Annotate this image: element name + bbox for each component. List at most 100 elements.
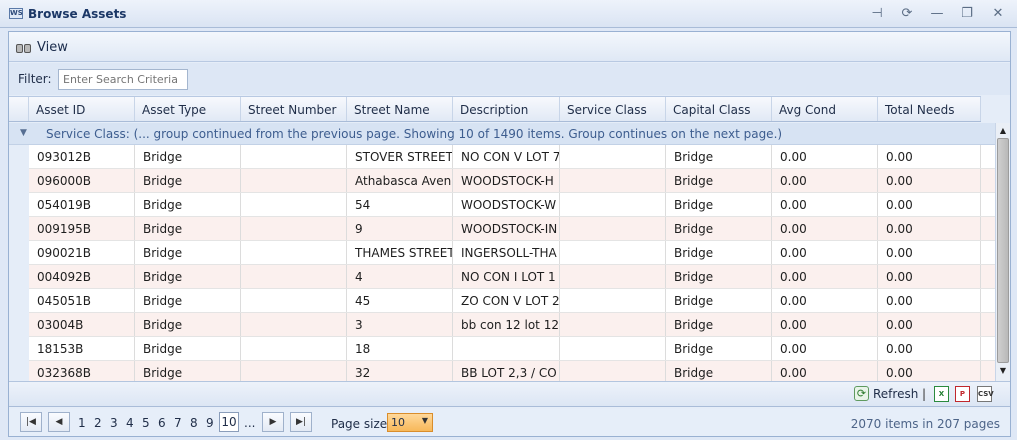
page-link-7[interactable]: 7	[174, 416, 182, 430]
table-cell: BB LOT 2,3 / CO	[453, 361, 560, 381]
table-row[interactable]: 045051B Bridge 45 ZO CON V LOT 2 Bridge 0.00 0…	[29, 289, 995, 313]
refresh-button[interactable]: ⟳ Refresh	[854, 386, 918, 401]
page-size-value: 10	[391, 416, 405, 429]
table-row[interactable]: 03004B Bridge 3 bb con 12 lot 12 Bridge 0.00 0…	[29, 313, 995, 337]
table-cell: 054019B	[29, 193, 135, 216]
table-cell: Bridge	[666, 145, 772, 168]
browse-assets-window: WS Browse Assets ⊣ ⟳ — ❐ ✕ View Filter: …	[0, 0, 1017, 440]
table-cell: 0.00	[878, 361, 981, 381]
page-link-5[interactable]: 5	[142, 416, 150, 430]
column-header-street-name[interactable]: Street Name	[347, 97, 453, 121]
grid-header-spacer	[9, 97, 29, 121]
table-row[interactable]: 18153B Bridge 18 Bridge 0.00 0.00	[29, 337, 995, 361]
last-page-button[interactable]: ▶|	[290, 412, 312, 432]
table-cell	[241, 289, 347, 312]
app-icon: WS	[9, 8, 23, 19]
table-cell: 18153B	[29, 337, 135, 360]
close-icon[interactable]: ✕	[987, 5, 1009, 23]
table-cell	[560, 145, 666, 168]
table-cell: Bridge	[135, 265, 241, 288]
prev-page-button[interactable]: ◀	[48, 412, 70, 432]
table-row[interactable]: 054019B Bridge 54 WOODSTOCK-W Bridge 0.00 0.00	[29, 193, 995, 217]
column-header-asset-type[interactable]: Asset Type	[135, 97, 241, 121]
column-header-service-class[interactable]: Service Class	[560, 97, 666, 121]
table-row[interactable]: 032368B Bridge 32 BB LOT 2,3 / CO Bridge 0.00…	[29, 361, 995, 381]
group-header-row[interactable]: ▼ Service Class: (... group continued fr…	[9, 123, 995, 145]
column-header-total-needs[interactable]: Total Needs	[878, 97, 981, 121]
table-cell: Bridge	[135, 241, 241, 264]
pdf-export-icon[interactable]: P	[955, 386, 970, 402]
refresh-label: Refresh	[873, 386, 919, 401]
table-cell: 54	[347, 193, 453, 216]
page-size-select[interactable]: 10 ▼	[387, 413, 433, 432]
table-cell: Bridge	[135, 361, 241, 381]
table-cell: 03004B	[29, 313, 135, 336]
table-cell: Bridge	[666, 265, 772, 288]
table-row[interactable]: 093012B Bridge STOVER STREET NO CON V LOT 7…	[29, 145, 995, 169]
table-cell: 0.00	[878, 217, 981, 240]
column-header-capital-class[interactable]: Capital Class	[666, 97, 772, 121]
pin-icon[interactable]: ⊣	[866, 5, 888, 23]
table-cell: Bridge	[666, 169, 772, 192]
column-header-street-number[interactable]: Street Number	[241, 97, 347, 121]
table-cell: Bridge	[135, 217, 241, 240]
page-link-1[interactable]: 1	[78, 416, 86, 430]
pager-summary: 2070 items in 207 pages	[850, 417, 1000, 431]
table-row[interactable]: 004092B Bridge 4 NO CON I LOT 1 Bridge 0.00 0.…	[29, 265, 995, 289]
column-header-description[interactable]: Description	[453, 97, 560, 121]
table-cell	[241, 217, 347, 240]
view-button[interactable]: View	[16, 38, 68, 56]
table-cell: Bridge	[135, 169, 241, 192]
scroll-up-icon[interactable]: ▲	[997, 125, 1009, 137]
table-cell: STOVER STREET	[347, 145, 453, 168]
table-cell: 18	[347, 337, 453, 360]
page-link-2[interactable]: 2	[94, 416, 102, 430]
table-row[interactable]: 096000B Bridge Athabasca Aven WOODSTOCK-H Br…	[29, 169, 995, 193]
column-header-avg-cond[interactable]: Avg Cond	[772, 97, 878, 121]
next-page-button[interactable]: ▶	[262, 412, 284, 432]
action-bar: ⟳ Refresh | X P CSV	[9, 381, 1010, 407]
table-cell: 3	[347, 313, 453, 336]
scroll-down-icon[interactable]: ▼	[997, 365, 1009, 377]
table-cell: 004092B	[29, 265, 135, 288]
table-cell: Bridge	[666, 217, 772, 240]
refresh-window-icon[interactable]: ⟳	[896, 5, 918, 23]
column-header-asset-id[interactable]: Asset ID	[29, 97, 135, 121]
page-link-6[interactable]: 6	[158, 416, 166, 430]
table-cell: 0.00	[772, 265, 878, 288]
page-link-10-current[interactable]: 10	[219, 412, 239, 432]
restore-icon[interactable]: ❐	[956, 5, 978, 23]
first-page-button[interactable]: |◀	[20, 412, 42, 432]
table-row[interactable]: 009195B Bridge 9 WOODSTOCK-IN Bridge 0.00 0.00	[29, 217, 995, 241]
table-row[interactable]: 090021B Bridge THAMES STREET INGERSOLL-THA B…	[29, 241, 995, 265]
collapse-arrow-icon[interactable]: ▼	[20, 128, 27, 138]
refresh-icon: ⟳	[854, 386, 869, 401]
csv-export-icon[interactable]: CSV	[977, 386, 994, 402]
page-link-4[interactable]: 4	[126, 416, 134, 430]
table-cell: Bridge	[666, 193, 772, 216]
table-cell: Bridge	[666, 241, 772, 264]
scrollbar-thumb[interactable]	[997, 138, 1009, 363]
filter-input[interactable]	[58, 69, 188, 90]
vertical-scrollbar[interactable]: ▲ ▼	[995, 123, 1010, 381]
table-cell: Bridge	[135, 337, 241, 360]
page-link-8[interactable]: 8	[190, 416, 198, 430]
page-link-9[interactable]: 9	[206, 416, 214, 430]
table-cell	[560, 361, 666, 381]
page-link-3[interactable]: 3	[110, 416, 118, 430]
chevron-down-icon: ▼	[421, 416, 428, 425]
table-cell: 0.00	[878, 169, 981, 192]
table-cell	[241, 265, 347, 288]
minimize-icon[interactable]: —	[926, 5, 948, 23]
table-cell: 45	[347, 289, 453, 312]
table-cell: 0.00	[772, 169, 878, 192]
filter-label: Filter:	[18, 72, 52, 86]
group-header-text: Service Class: (... group continued from…	[46, 127, 783, 141]
table-cell: 0.00	[772, 145, 878, 168]
page-link-more[interactable]: ...	[244, 416, 255, 430]
excel-export-icon[interactable]: X	[934, 386, 949, 402]
table-cell: 0.00	[878, 289, 981, 312]
table-cell: 0.00	[772, 313, 878, 336]
table-cell: INGERSOLL-THA	[453, 241, 560, 264]
table-cell: 0.00	[772, 289, 878, 312]
